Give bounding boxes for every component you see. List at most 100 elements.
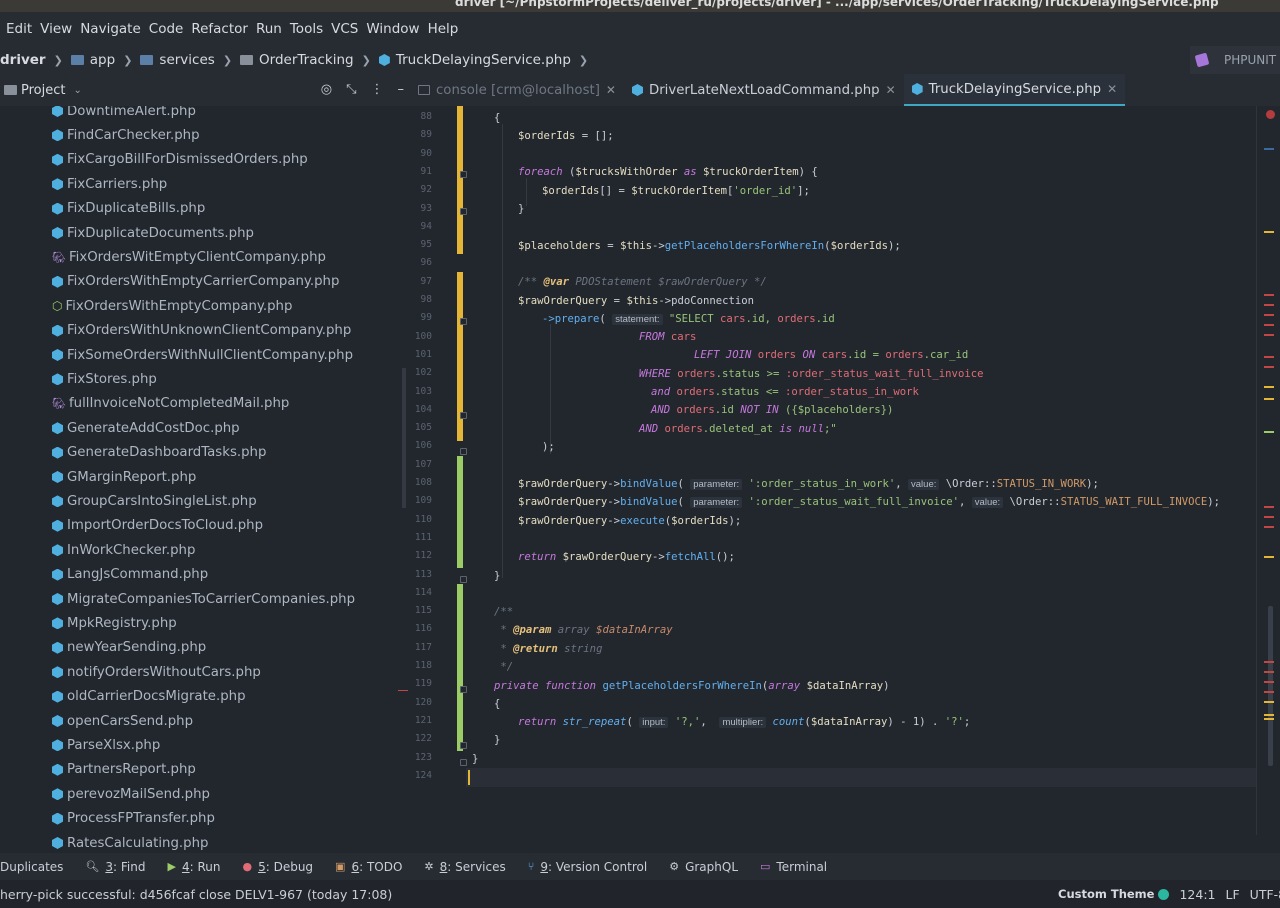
project-view-selector[interactable]: Project ⌄ bbox=[4, 83, 82, 98]
error-stripe-mark[interactable] bbox=[1264, 661, 1274, 663]
tool-version-control[interactable]: ⑂ 9: Version Control bbox=[528, 860, 647, 874]
tree-file-item[interactable]: FindCarChecker.php bbox=[52, 124, 200, 146]
fold-marker-icon[interactable] bbox=[460, 686, 467, 693]
fold-marker-icon[interactable] bbox=[460, 759, 467, 766]
error-stripe-mark[interactable] bbox=[1264, 506, 1274, 508]
code-editor[interactable]: 88 89 90 91 92 93 94 95 96 97 98 99 100 101 102 103 104 1… bbox=[410, 106, 1280, 835]
tree-file-item[interactable]: perevozMailSend.php bbox=[52, 783, 210, 805]
tree-file-item[interactable]: DowntimeAlert.php bbox=[52, 106, 196, 122]
tree-file-item[interactable]: LangJsCommand.php bbox=[52, 564, 208, 586]
tree-file-item[interactable]: ImportOrderDocsToCloud.php bbox=[52, 515, 263, 537]
locate-file-icon[interactable]: ◎ bbox=[321, 82, 332, 97]
tree-file-item[interactable]: GenerateAddCostDoc.php bbox=[52, 417, 240, 439]
status-message[interactable]: herry-pick successful: d456fcaf close DE… bbox=[0, 887, 392, 902]
menu-tools[interactable]: Tools bbox=[288, 21, 325, 37]
error-stripe-mark[interactable] bbox=[1264, 334, 1274, 336]
hide-panel-icon[interactable]: – bbox=[398, 82, 405, 97]
breadcrumb-ordertracking[interactable]: OrderTracking bbox=[240, 52, 354, 68]
line-separator[interactable]: LF bbox=[1226, 887, 1240, 902]
error-stripe[interactable] bbox=[1256, 106, 1280, 835]
theme-widget[interactable]: Custom Theme bbox=[1058, 887, 1154, 901]
tree-file-item[interactable]: PartnersReport.php bbox=[52, 759, 196, 781]
tree-file-item[interactable]: MigrateCompaniesToCarrierCompanies.php bbox=[52, 588, 355, 610]
tool-terminal[interactable]: ▭ Terminal bbox=[760, 860, 827, 874]
error-stripe-mark[interactable] bbox=[1264, 231, 1274, 233]
error-stripe-mark[interactable] bbox=[1264, 398, 1274, 400]
error-stripe-mark[interactable] bbox=[1264, 671, 1274, 673]
tool-todo[interactable]: ▣ 6: TODO bbox=[335, 860, 402, 874]
menu-code[interactable]: Code bbox=[147, 21, 186, 37]
fold-marker-icon[interactable] bbox=[460, 742, 467, 749]
tree-file-item[interactable]: 🐘︎ fullInvoiceNotCompletedMail.php bbox=[52, 393, 289, 415]
tree-file-item[interactable]: 🐘︎ FixOrdersWitEmptyClientCompany.php bbox=[52, 246, 326, 268]
tree-file-item[interactable]: openCarsSend.php bbox=[52, 710, 193, 732]
editor-gutter[interactable]: 88 89 90 91 92 93 94 95 96 97 98 99 100 101 102 103 104 1… bbox=[410, 106, 467, 835]
editor-scrollbar[interactable] bbox=[1268, 606, 1273, 766]
menu-navigate[interactable]: Navigate bbox=[78, 21, 143, 37]
tool-duplicates[interactable]: Duplicates bbox=[0, 860, 63, 874]
menu-run[interactable]: Run bbox=[254, 21, 284, 37]
error-stripe-mark[interactable] bbox=[1264, 516, 1274, 518]
error-stripe-mark[interactable] bbox=[1264, 691, 1274, 693]
tree-scrollbar[interactable] bbox=[402, 368, 406, 508]
vcs-change-marker[interactable] bbox=[457, 106, 463, 254]
tree-file-item[interactable]: MpkRegistry.php bbox=[52, 612, 177, 634]
error-stripe-mark[interactable] bbox=[1264, 366, 1274, 368]
error-indicator-icon[interactable] bbox=[1266, 110, 1275, 119]
tab-console[interactable]: console [crm@localhost] ✕ bbox=[410, 74, 624, 106]
fold-marker-icon[interactable] bbox=[460, 171, 467, 178]
tree-file-item[interactable]: FixCarriers.php bbox=[52, 173, 167, 195]
error-stripe-mark[interactable] bbox=[1264, 356, 1274, 358]
tree-file-item[interactable]: oldCarrierDocsMigrate.php bbox=[52, 686, 246, 708]
run-configuration-selector[interactable]: PHPUNIT bbox=[1190, 46, 1280, 74]
tree-file-item[interactable]: ⬡ FixOrdersWithEmptyCompany.php bbox=[52, 295, 292, 317]
tree-file-item[interactable]: InWorkChecker.php bbox=[52, 539, 195, 561]
vcs-change-marker[interactable] bbox=[457, 584, 463, 751]
tab-truckdelayingservice[interactable]: TruckDelayingService.php ✕ bbox=[903, 74, 1126, 106]
tree-file-item[interactable]: GenerateDashboardTasks.php bbox=[52, 442, 266, 464]
tree-file-item[interactable]: RatesCalculating.php bbox=[52, 832, 208, 853]
menu-refactor[interactable]: Refactor bbox=[189, 21, 250, 37]
vcs-change-marker[interactable] bbox=[457, 456, 463, 568]
tree-file-item[interactable]: FixOrdersWithEmptyCarrierCompany.php bbox=[52, 271, 339, 293]
tree-file-item[interactable]: GroupCarsIntoSingleList.php bbox=[52, 490, 257, 512]
error-stripe-mark[interactable] bbox=[1264, 294, 1274, 296]
breadcrumb-file[interactable]: TruckDelayingService.php bbox=[378, 52, 571, 68]
error-stripe-mark[interactable] bbox=[1264, 701, 1274, 703]
collapse-all-icon[interactable]: ⤡ bbox=[346, 82, 356, 97]
menu-help[interactable]: Help bbox=[426, 21, 461, 37]
error-stripe-mark[interactable] bbox=[1264, 324, 1274, 326]
error-stripe-mark[interactable] bbox=[1264, 714, 1274, 716]
error-stripe-mark[interactable] bbox=[1264, 681, 1274, 683]
tree-file-item[interactable]: FixCargoBillForDismissedOrders.php bbox=[52, 149, 308, 171]
tree-file-item[interactable]: ProcessFPTransfer.php bbox=[52, 808, 215, 830]
error-stripe-mark[interactable] bbox=[1264, 304, 1274, 306]
error-stripe-mark[interactable] bbox=[1264, 718, 1274, 720]
tree-file-item[interactable]: FixDuplicateBills.php bbox=[52, 198, 205, 220]
tool-run[interactable]: ▶ 4: Run bbox=[167, 860, 220, 874]
error-stripe-mark[interactable] bbox=[1264, 556, 1274, 558]
fold-marker-icon[interactable] bbox=[460, 318, 467, 325]
tree-file-item[interactable]: FixDuplicateDocuments.php bbox=[52, 222, 254, 244]
breadcrumb-app[interactable]: app bbox=[70, 52, 115, 68]
tree-file-item[interactable]: GMarginReport.php bbox=[52, 466, 196, 488]
file-encoding[interactable]: UTF-8 bbox=[1250, 887, 1280, 902]
error-stripe-mark[interactable] bbox=[1264, 526, 1274, 528]
tool-debug[interactable]: ● 5: Debug bbox=[242, 860, 313, 874]
tree-file-item[interactable]: FixSomeOrdersWithNullClientCompany.php bbox=[52, 344, 353, 366]
tree-file-item[interactable]: FixStores.php bbox=[52, 368, 157, 390]
close-icon[interactable]: ✕ bbox=[1107, 82, 1117, 96]
error-stripe-mark[interactable] bbox=[1264, 431, 1274, 433]
fold-marker-icon[interactable] bbox=[460, 412, 467, 419]
tree-file-item[interactable]: ParseXlsx.php bbox=[52, 734, 160, 756]
close-icon[interactable]: ✕ bbox=[886, 83, 896, 97]
menu-edit[interactable]: Edit bbox=[4, 21, 34, 37]
tree-file-item[interactable]: FixOrdersWithUnknownClientCompany.php bbox=[52, 320, 351, 342]
close-icon[interactable]: ✕ bbox=[606, 83, 616, 97]
code-area[interactable]: { $orderIds = []; foreach ($trucksWithOr… bbox=[472, 106, 1280, 835]
tree-file-item[interactable]: newYearSending.php bbox=[52, 637, 206, 659]
tool-find[interactable]: 🔍︎ 3: Find bbox=[85, 860, 145, 874]
error-stripe-mark[interactable] bbox=[1264, 314, 1274, 316]
menu-view[interactable]: View bbox=[38, 21, 74, 37]
tab-driverlatenextloadcommand[interactable]: DriverLateNextLoadCommand.php ✕ bbox=[624, 74, 904, 106]
